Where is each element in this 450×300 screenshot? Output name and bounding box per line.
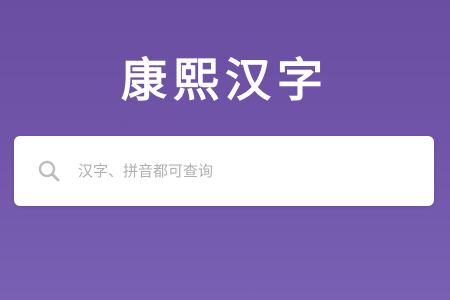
search-box[interactable]	[14, 136, 434, 206]
app-title: 康熙汉字	[121, 53, 329, 107]
search-input[interactable]	[78, 151, 418, 191]
search-icon[interactable]	[36, 158, 62, 184]
app-screen: 康熙汉字	[0, 0, 450, 300]
